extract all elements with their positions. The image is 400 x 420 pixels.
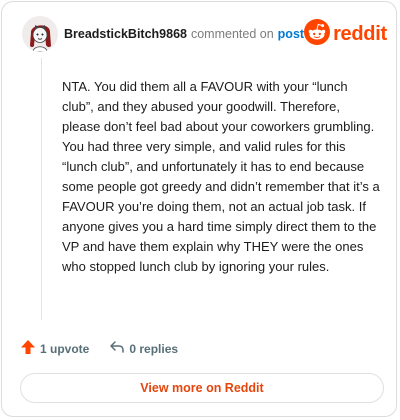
user-avatar-icon[interactable] <box>22 16 58 52</box>
comment-body: NTA. You did them all a FAVOUR with your… <box>62 79 380 274</box>
reply-count: 0 replies <box>129 341 179 356</box>
reply-arrow-icon <box>109 339 125 358</box>
comment-header: BreadstickBitch9868 commented on post re… <box>22 15 387 53</box>
username-link[interactable]: BreadstickBitch9868 <box>64 27 187 41</box>
comment-actions: 1 upvote 0 replies <box>20 339 178 358</box>
upvote-arrow-icon <box>20 339 36 358</box>
upvote-button[interactable]: 1 upvote <box>20 339 89 358</box>
upvote-count: 1 upvote <box>40 341 90 356</box>
commented-on-text: commented on <box>190 27 274 41</box>
view-more-button[interactable]: View more on Reddit <box>20 373 384 403</box>
replies-button[interactable]: 0 replies <box>109 339 178 358</box>
post-link[interactable]: post <box>278 27 304 41</box>
comment-meta: BreadstickBitch9868 commented on post <box>64 27 304 41</box>
comment-embed-card: BreadstickBitch9868 commented on post re… <box>1 1 397 417</box>
reddit-wordmark: reddit <box>333 22 387 45</box>
reddit-logo[interactable]: reddit <box>304 18 387 50</box>
thread-line <box>41 58 42 320</box>
reddit-snoo-icon <box>304 18 331 50</box>
